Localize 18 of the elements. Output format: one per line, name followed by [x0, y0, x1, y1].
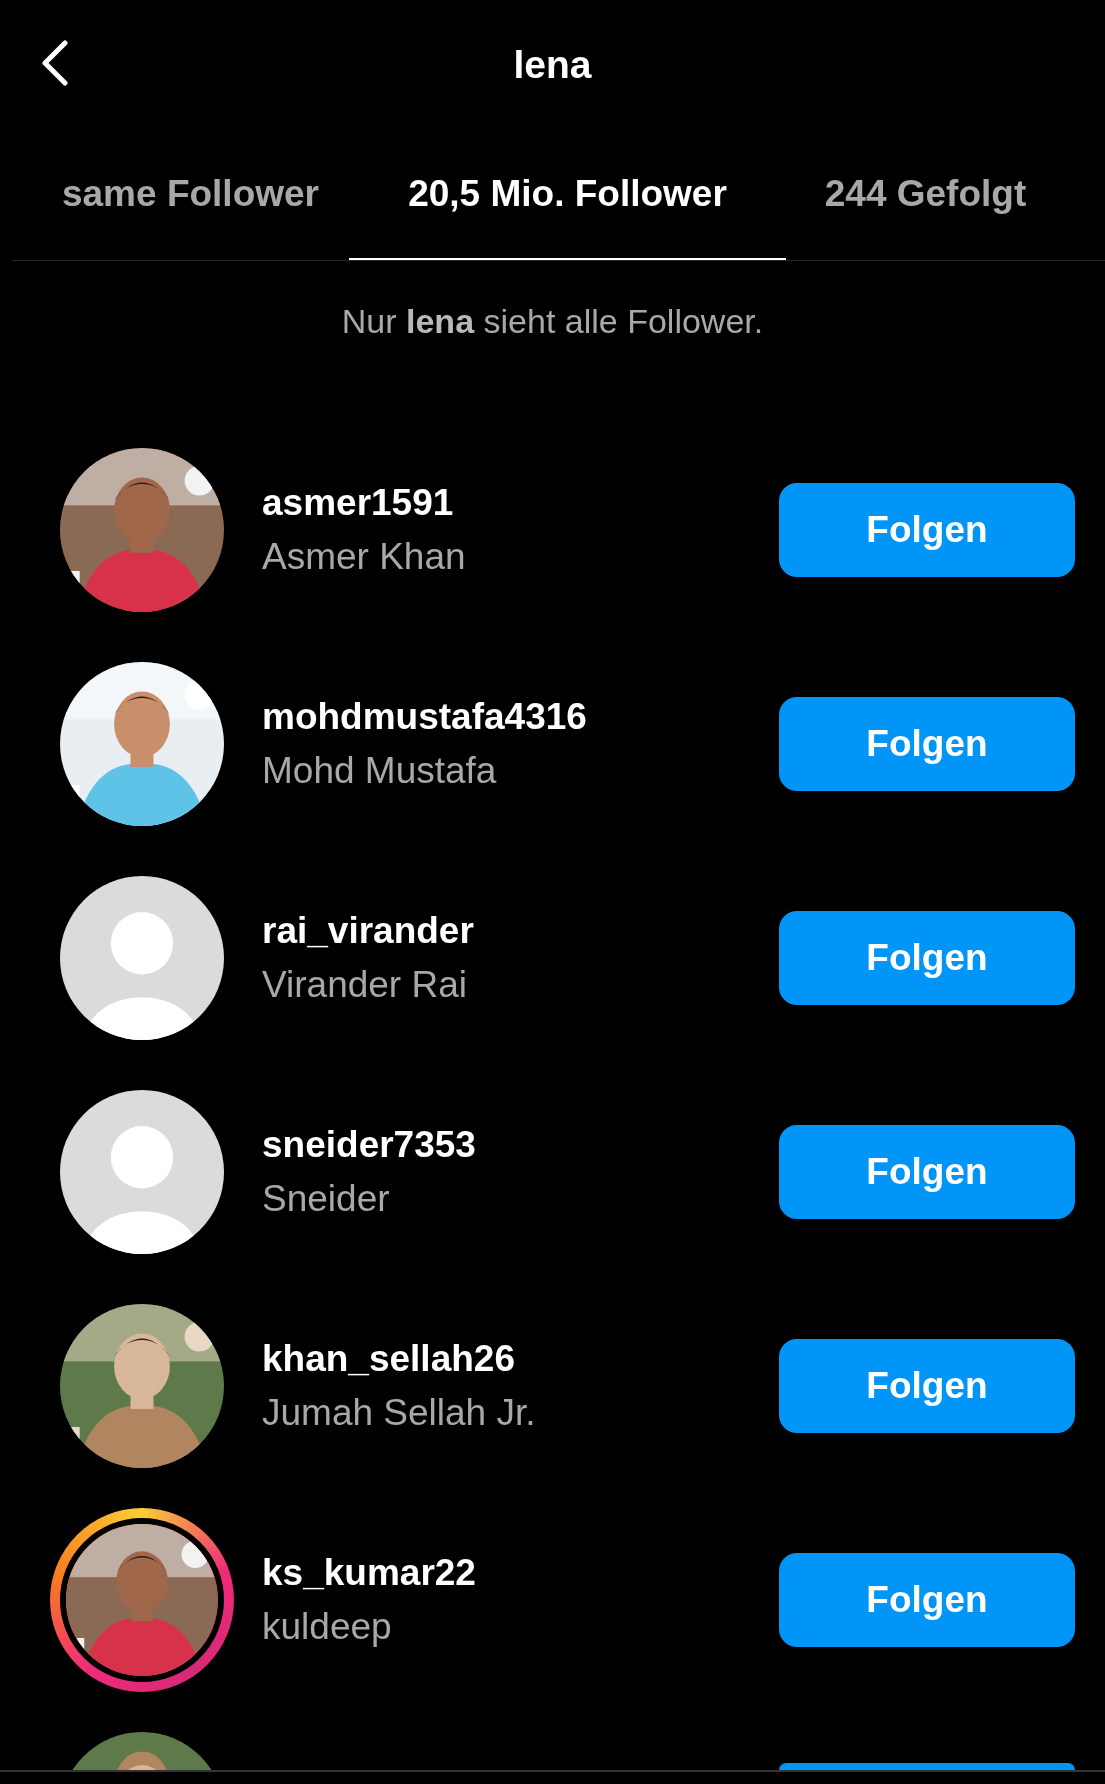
full-name: Sneider	[262, 1178, 391, 1220]
full-name: Jumah Sellah Jr.	[262, 1392, 537, 1434]
full-name: Virander Rai	[262, 964, 468, 1006]
back-icon[interactable]	[40, 40, 70, 86]
username[interactable]: asmer1591	[262, 482, 779, 524]
full-name: Asmer Khan	[262, 536, 467, 578]
username[interactable]: ks_kumar22	[262, 1552, 779, 1594]
username[interactable]: mohdmustafa4316	[262, 696, 779, 738]
tab[interactable]: 244 Gefolgt	[786, 130, 1105, 260]
visibility-note: Nur lena sieht alle Follower.	[340, 300, 765, 342]
full-name: kuldeep	[262, 1606, 393, 1648]
username[interactable]: sneider7353	[262, 1124, 779, 1166]
tab[interactable]: same Follower	[12, 130, 349, 260]
tab[interactable]: 20,5 Mio. Follower	[349, 130, 786, 260]
full-name: Mohd Mustafa	[262, 750, 498, 792]
profile-title: lena	[513, 43, 592, 87]
username[interactable]: rai_virander	[262, 910, 779, 952]
username[interactable]: khan_sellah26	[262, 1338, 779, 1380]
